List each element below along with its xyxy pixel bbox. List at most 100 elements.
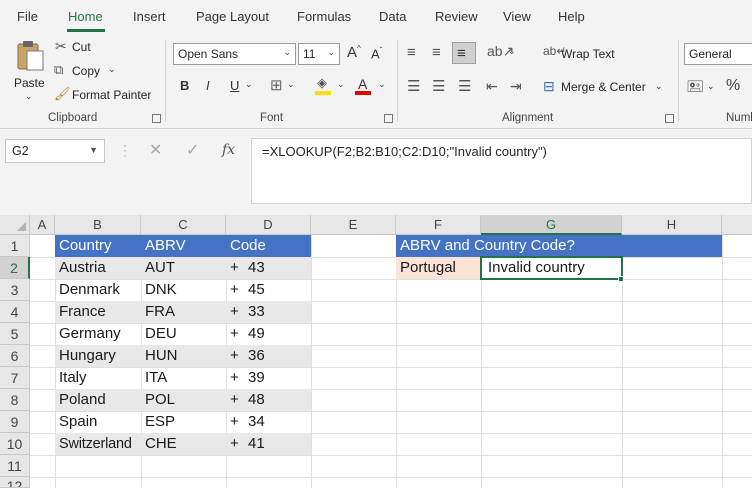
row-header-3[interactable]: 3 <box>0 279 30 301</box>
decrease-indent-icon[interactable]: ⇤ <box>486 79 498 93</box>
chevron-down-icon[interactable]: ⌄ <box>508 47 516 56</box>
row-header-1[interactable]: 1 <box>0 235 30 257</box>
abrv-cell[interactable]: AUT <box>141 257 175 279</box>
fill-handle[interactable] <box>618 276 624 282</box>
copy-dropdown-icon[interactable]: ⌄ <box>108 65 116 74</box>
lookup-input-cell[interactable]: Portugal <box>396 257 456 279</box>
table-header-abrv[interactable]: ABRV <box>141 235 186 257</box>
chevron-down-icon[interactable]: ⌄ <box>707 82 715 91</box>
alignment-launcher-icon[interactable] <box>665 114 674 123</box>
table-header-country[interactable]: Country <box>55 235 112 257</box>
column-header-h[interactable]: H <box>622 215 722 235</box>
abrv-cell[interactable]: ITA <box>141 367 167 389</box>
spreadsheet-grid[interactable]: A B C D E F G H 1 2 3 4 5 6 7 8 9 10 11 … <box>0 215 752 488</box>
font-name-combo[interactable]: Open Sans ⌄ <box>173 43 296 65</box>
country-cell[interactable]: Germany <box>55 323 121 345</box>
code-cell[interactable]: 45 <box>244 279 265 301</box>
row-header-2[interactable]: 2 <box>0 257 30 279</box>
merge-center-button[interactable]: Merge & Center <box>561 80 646 94</box>
cancel-icon[interactable]: ✕ <box>149 143 162 159</box>
tab-view[interactable]: View <box>503 9 531 24</box>
copy-button[interactable]: Copy <box>72 64 100 78</box>
lookup-title-cell[interactable]: ABRV and Country Code? <box>396 235 575 257</box>
format-painter-button[interactable]: Format Painter <box>72 88 151 102</box>
bold-button[interactable]: B <box>180 79 189 92</box>
row-header-12[interactable]: 12 <box>0 477 30 488</box>
font-size-combo[interactable]: 11 ⌄ <box>298 43 340 65</box>
enter-icon[interactable]: ✓ <box>186 143 199 159</box>
row-header-6[interactable]: 6 <box>0 345 30 367</box>
abrv-cell[interactable]: DNK <box>141 279 177 301</box>
increase-indent-icon[interactable]: ⇥ <box>510 79 522 93</box>
select-all-button[interactable] <box>0 215 30 235</box>
column-header-partial[interactable] <box>722 215 752 235</box>
insert-function-icon[interactable]: fx <box>222 143 235 157</box>
tab-help[interactable]: Help <box>558 9 585 24</box>
column-header-b[interactable]: B <box>55 215 141 235</box>
row-header-10[interactable]: 10 <box>0 433 30 455</box>
column-header-d[interactable]: D <box>226 215 311 235</box>
number-format-combo[interactable]: General <box>684 43 752 65</box>
row-header-5[interactable]: 5 <box>0 323 30 345</box>
abrv-cell[interactable]: FRA <box>141 301 175 323</box>
tab-insert[interactable]: Insert <box>133 9 166 24</box>
column-header-f[interactable]: F <box>396 215 481 235</box>
wrap-text-button[interactable]: Wrap Text <box>561 47 615 61</box>
tab-file[interactable]: File <box>17 9 38 24</box>
code-cell[interactable]: 33 <box>244 301 265 323</box>
table-header-code[interactable]: Code <box>226 235 266 257</box>
row-header-9[interactable]: 9 <box>0 411 30 433</box>
abrv-cell[interactable]: CHE <box>141 433 177 455</box>
align-top-icon[interactable]: ≡ <box>407 45 416 60</box>
country-cell[interactable]: Denmark <box>55 279 120 301</box>
row-header-8[interactable]: 8 <box>0 389 30 411</box>
scissors-icon[interactable]: ✂ <box>55 39 67 53</box>
row-header-4[interactable]: 4 <box>0 301 30 323</box>
row-header-11[interactable]: 11 <box>0 455 30 477</box>
merge-icon[interactable]: ⊟ <box>543 79 555 93</box>
chevron-down-icon[interactable]: ⌄ <box>378 80 386 89</box>
tab-home[interactable]: Home <box>68 9 103 24</box>
code-cell[interactable]: 34 <box>244 411 265 433</box>
fill-color-icon[interactable]: ◈ <box>315 76 333 96</box>
code-cell[interactable]: 49 <box>244 323 265 345</box>
align-right-icon[interactable]: ☰ <box>458 79 471 94</box>
code-cell[interactable]: 41 <box>244 433 265 455</box>
clipboard-launcher-icon[interactable] <box>152 114 161 123</box>
tab-formulas[interactable]: Formulas <box>297 9 351 24</box>
row-header-7[interactable]: 7 <box>0 367 30 389</box>
name-box[interactable]: G2 ▼ <box>5 139 105 163</box>
code-cell[interactable]: 36 <box>244 345 265 367</box>
chevron-down-icon[interactable]: ⌄ <box>337 80 345 89</box>
column-header-g[interactable]: G <box>481 215 622 235</box>
column-header-a[interactable]: A <box>30 215 55 235</box>
align-left-icon[interactable]: ☰ <box>407 79 420 94</box>
chevron-down-icon[interactable]: ⌄ <box>655 82 663 91</box>
drag-handle-icon[interactable]: ⋮ <box>118 143 132 157</box>
tab-data[interactable]: Data <box>379 9 406 24</box>
country-cell[interactable]: Hungary <box>55 345 116 367</box>
code-cell[interactable]: 43 <box>244 257 265 279</box>
abrv-cell[interactable]: ESP <box>141 411 175 433</box>
abrv-cell[interactable]: HUN <box>141 345 178 367</box>
abrv-cell[interactable]: DEU <box>141 323 177 345</box>
paintbrush-icon[interactable]: 🖌 <box>54 87 71 100</box>
formula-input[interactable]: =XLOOKUP(F2;B2:B10;C2:D10;"Invalid count… <box>251 138 752 204</box>
align-middle-icon[interactable]: ≡ <box>432 45 441 60</box>
active-cell[interactable]: Invalid country <box>480 256 623 280</box>
country-cell[interactable]: Austria <box>55 257 106 279</box>
borders-icon[interactable]: ⊞ <box>270 78 283 93</box>
code-cell[interactable]: 39 <box>244 367 265 389</box>
tab-page-layout[interactable]: Page Layout <box>196 9 269 24</box>
align-bottom-button[interactable]: ≡ <box>452 42 476 64</box>
italic-button[interactable]: I <box>206 79 210 92</box>
copy-icon[interactable]: ⧉ <box>54 63 63 76</box>
paste-button[interactable]: Paste ⌄ <box>10 38 50 106</box>
country-cell[interactable]: France <box>55 301 106 323</box>
abrv-cell[interactable]: POL <box>141 389 175 411</box>
country-cell[interactable]: Poland <box>55 389 106 411</box>
percent-icon[interactable]: % <box>726 78 740 94</box>
font-color-icon[interactable]: A <box>355 76 373 96</box>
code-cell[interactable]: 48 <box>244 389 265 411</box>
column-header-c[interactable]: C <box>141 215 226 235</box>
